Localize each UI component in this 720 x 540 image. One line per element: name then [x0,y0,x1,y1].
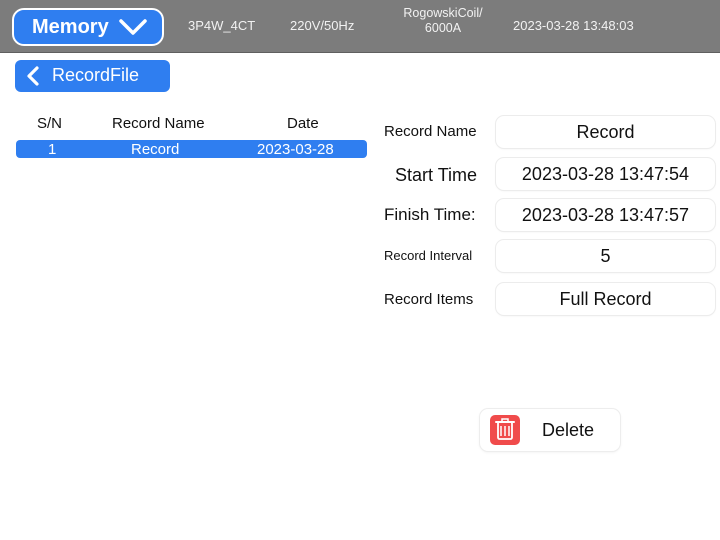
delete-button[interactable]: Delete [480,409,620,451]
row-record-name: Record [131,141,180,158]
column-header-record-name: Record Name [112,115,205,132]
sensor-type-text: RogowskiCoil/ [403,6,483,20]
finish-time-field[interactable]: 2023-03-28 13:47:57 [496,199,715,231]
clock-text: 2023-03-28 13:48:03 [513,18,634,33]
record-name-label: Record Name [384,123,477,140]
voltage-frequency-text: 220V/50Hz [290,18,355,33]
column-header-date: Date [287,115,319,132]
mode-label: Memory [32,15,109,38]
record-items-label: Record Items [384,291,474,308]
chevron-down-icon [119,19,147,35]
record-interval-field[interactable]: 5 [496,240,715,272]
app-window: Memory 3P4W_4CT 220V/50Hz RogowskiCoil/ … [0,0,720,540]
mode-select-button[interactable]: Memory [12,8,164,46]
row-date: 2023-03-28 [257,141,334,158]
column-header-sn: S/N [37,115,63,132]
finish-time-label: Finish Time: [384,205,476,224]
trash-icon [490,415,520,445]
back-button[interactable]: RecordFile [15,60,170,92]
record-items-field[interactable]: Full Record [496,283,715,315]
delete-button-label: Delete [542,420,595,440]
start-time-field[interactable]: 2023-03-28 13:47:54 [496,158,715,190]
wiring-mode-text: 3P4W_4CT [188,18,256,33]
sensor-range-text: 6000A [424,21,462,35]
status-bar: Memory 3P4W_4CT 220V/50Hz RogowskiCoil/ … [0,0,720,53]
chevron-left-icon [27,66,39,86]
start-time-label: Start Time [395,165,478,185]
row-sn: 1 [48,141,57,158]
sensor-info: RogowskiCoil/ 6000A [390,6,496,36]
back-button-label: RecordFile [52,65,140,85]
record-interval-label: Record Interval [384,248,473,263]
record-list-row-selected[interactable]: 1 Record 2023-03-28 [16,140,367,158]
record-name-field[interactable]: Record [496,116,715,148]
